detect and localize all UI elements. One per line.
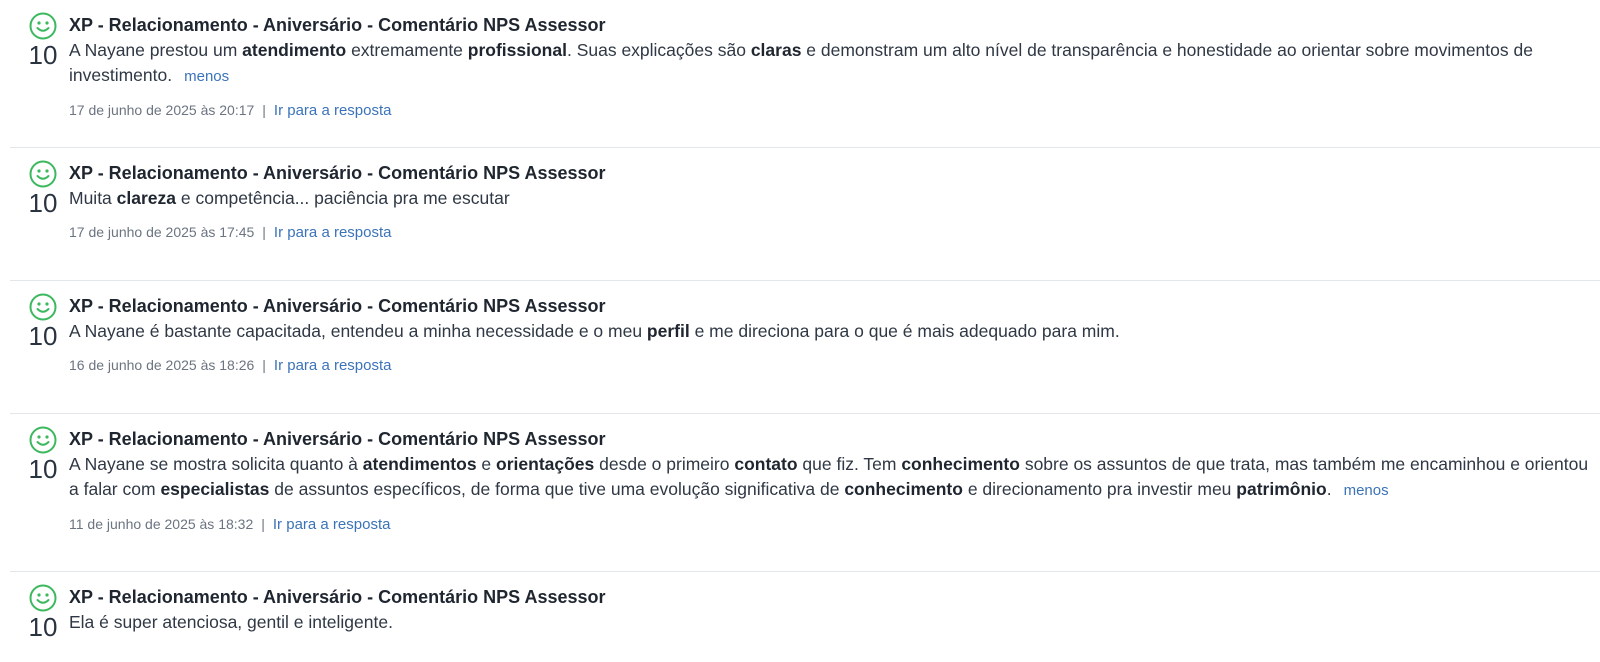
less-link[interactable]: menos: [184, 68, 229, 85]
smiley-icon: [29, 293, 57, 321]
highlighted-keyword: claras: [750, 40, 802, 60]
comment-text: A Nayane prestou um atendimento extremam…: [69, 38, 1600, 89]
highlighted-keyword: patrimônio: [1236, 479, 1327, 499]
comment-segment: e me direciona para o que é mais adequad…: [689, 321, 1120, 341]
comment-segment: e: [476, 454, 497, 474]
survey-title: XP - Relacionamento - Aniversário - Come…: [69, 163, 606, 183]
nps-comment-list: 10 XP - Relacionamento - Aniversário - C…: [0, 0, 1600, 662]
smiley-icon: [29, 160, 57, 188]
nps-score: 10: [28, 612, 58, 642]
comment-meta: 17 de junho de 2025 às 20:17 | Ir para a r…: [69, 101, 1600, 120]
comment-text: A Nayane se mostra solicita quanto à ate…: [69, 452, 1600, 503]
score-column: 10: [26, 426, 60, 483]
comment-segment: Muita: [69, 188, 117, 208]
nps-score: 10: [28, 454, 58, 484]
comment-date: 17 de junho de 2025 às 20:17: [69, 102, 255, 118]
meta-separator: |: [261, 516, 265, 532]
meta-separator: |: [262, 102, 266, 118]
go-to-response-link[interactable]: Ir para a resposta: [274, 224, 392, 241]
score-column: 10: [26, 584, 60, 641]
comment-text: A Nayane é bastante capacitada, entendeu…: [69, 319, 1600, 344]
comment-body: XP - Relacionamento - Aniversário - Come…: [69, 0, 1600, 120]
comment-date: 11 de junho de 2025 às 18:32: [69, 516, 254, 532]
go-to-response-link[interactable]: Ir para a resposta: [273, 516, 391, 533]
comment-item: 10 XP - Relacionamento - Aniversário - C…: [10, 148, 1600, 281]
nps-score: 10: [28, 321, 58, 351]
highlighted-keyword: contato: [734, 454, 798, 474]
highlighted-keyword: conhecimento: [901, 454, 1020, 474]
comment-item: 10 XP - Relacionamento - Aniversário - C…: [10, 572, 1600, 662]
score-column: 10: [26, 160, 60, 217]
score-column: 10: [26, 12, 60, 69]
go-to-response-link[interactable]: Ir para a resposta: [274, 357, 392, 374]
comment-segment: extremamente: [346, 40, 468, 60]
meta-separator: |: [262, 357, 266, 373]
highlighted-keyword: atendimento: [242, 40, 347, 60]
comment-meta: 16 de junho de 2025 às 18:26 | Ir para a r…: [69, 356, 1600, 375]
comment-body: XP - Relacionamento - Aniversário - Come…: [69, 414, 1600, 534]
highlighted-keyword: profissional: [467, 40, 567, 60]
smiley-icon: [29, 12, 57, 40]
highlighted-keyword: orientações: [496, 454, 595, 474]
comment-segment: e competência... paciência pra me escuta…: [176, 188, 510, 208]
comment-segment: A Nayane prestou um: [69, 40, 243, 60]
comment-text: Muita clareza e competência... paciência…: [69, 186, 1600, 211]
highlighted-keyword: clareza: [116, 188, 177, 208]
highlighted-keyword: especialistas: [160, 479, 270, 499]
comment-meta: 11 de junho de 2025 às 18:32 | Ir para a r…: [69, 515, 1600, 534]
score-column: 10: [26, 293, 60, 350]
smiley-icon: [29, 584, 57, 612]
comment-item: 10 XP - Relacionamento - Aniversário - C…: [10, 281, 1600, 414]
smiley-icon: [29, 426, 57, 454]
comment-segment: . Suas explicações são: [566, 40, 751, 60]
survey-title: XP - Relacionamento - Aniversário - Come…: [69, 15, 606, 35]
survey-title: XP - Relacionamento - Aniversário - Come…: [69, 587, 606, 607]
comment-segment: que fiz. Tem: [797, 454, 902, 474]
comment-item: 10 XP - Relacionamento - Aniversário - C…: [10, 0, 1600, 148]
less-link[interactable]: menos: [1344, 482, 1389, 499]
comment-segment: A Nayane se mostra solicita quanto à: [69, 454, 363, 474]
survey-title: XP - Relacionamento - Aniversário - Come…: [69, 296, 606, 316]
comment-body: XP - Relacionamento - Aniversário - Come…: [69, 572, 1600, 635]
comment-segment: A Nayane é bastante capacitada, entendeu…: [69, 321, 647, 341]
comment-body: XP - Relacionamento - Aniversário - Come…: [69, 148, 1600, 242]
highlighted-keyword: atendimentos: [362, 454, 477, 474]
comment-segment: e direcionamento pra investir meu: [962, 479, 1237, 499]
comment-segment: desde o primeiro: [594, 454, 735, 474]
highlighted-keyword: conhecimento: [844, 479, 963, 499]
comment-segment: Ela é super atenciosa, gentil e intelige…: [69, 612, 393, 632]
comment-date: 17 de junho de 2025 às 17:45: [69, 224, 255, 240]
survey-title: XP - Relacionamento - Aniversário - Come…: [69, 429, 606, 449]
comment-item: 10 XP - Relacionamento - Aniversário - C…: [10, 414, 1600, 572]
comment-body: XP - Relacionamento - Aniversário - Come…: [69, 281, 1600, 375]
nps-score: 10: [28, 188, 58, 218]
comment-segment: .: [1326, 479, 1332, 499]
nps-score: 10: [28, 40, 58, 70]
comment-text: Ela é super atenciosa, gentil e intelige…: [69, 610, 1600, 635]
go-to-response-link[interactable]: Ir para a resposta: [274, 102, 392, 119]
meta-separator: |: [262, 224, 266, 240]
comment-meta: 17 de junho de 2025 às 17:45 | Ir para a r…: [69, 223, 1600, 242]
highlighted-keyword: perfil: [646, 321, 690, 341]
comment-date: 16 de junho de 2025 às 18:26: [69, 357, 255, 373]
comment-segment: de assuntos específicos, de forma que ti…: [269, 479, 845, 499]
